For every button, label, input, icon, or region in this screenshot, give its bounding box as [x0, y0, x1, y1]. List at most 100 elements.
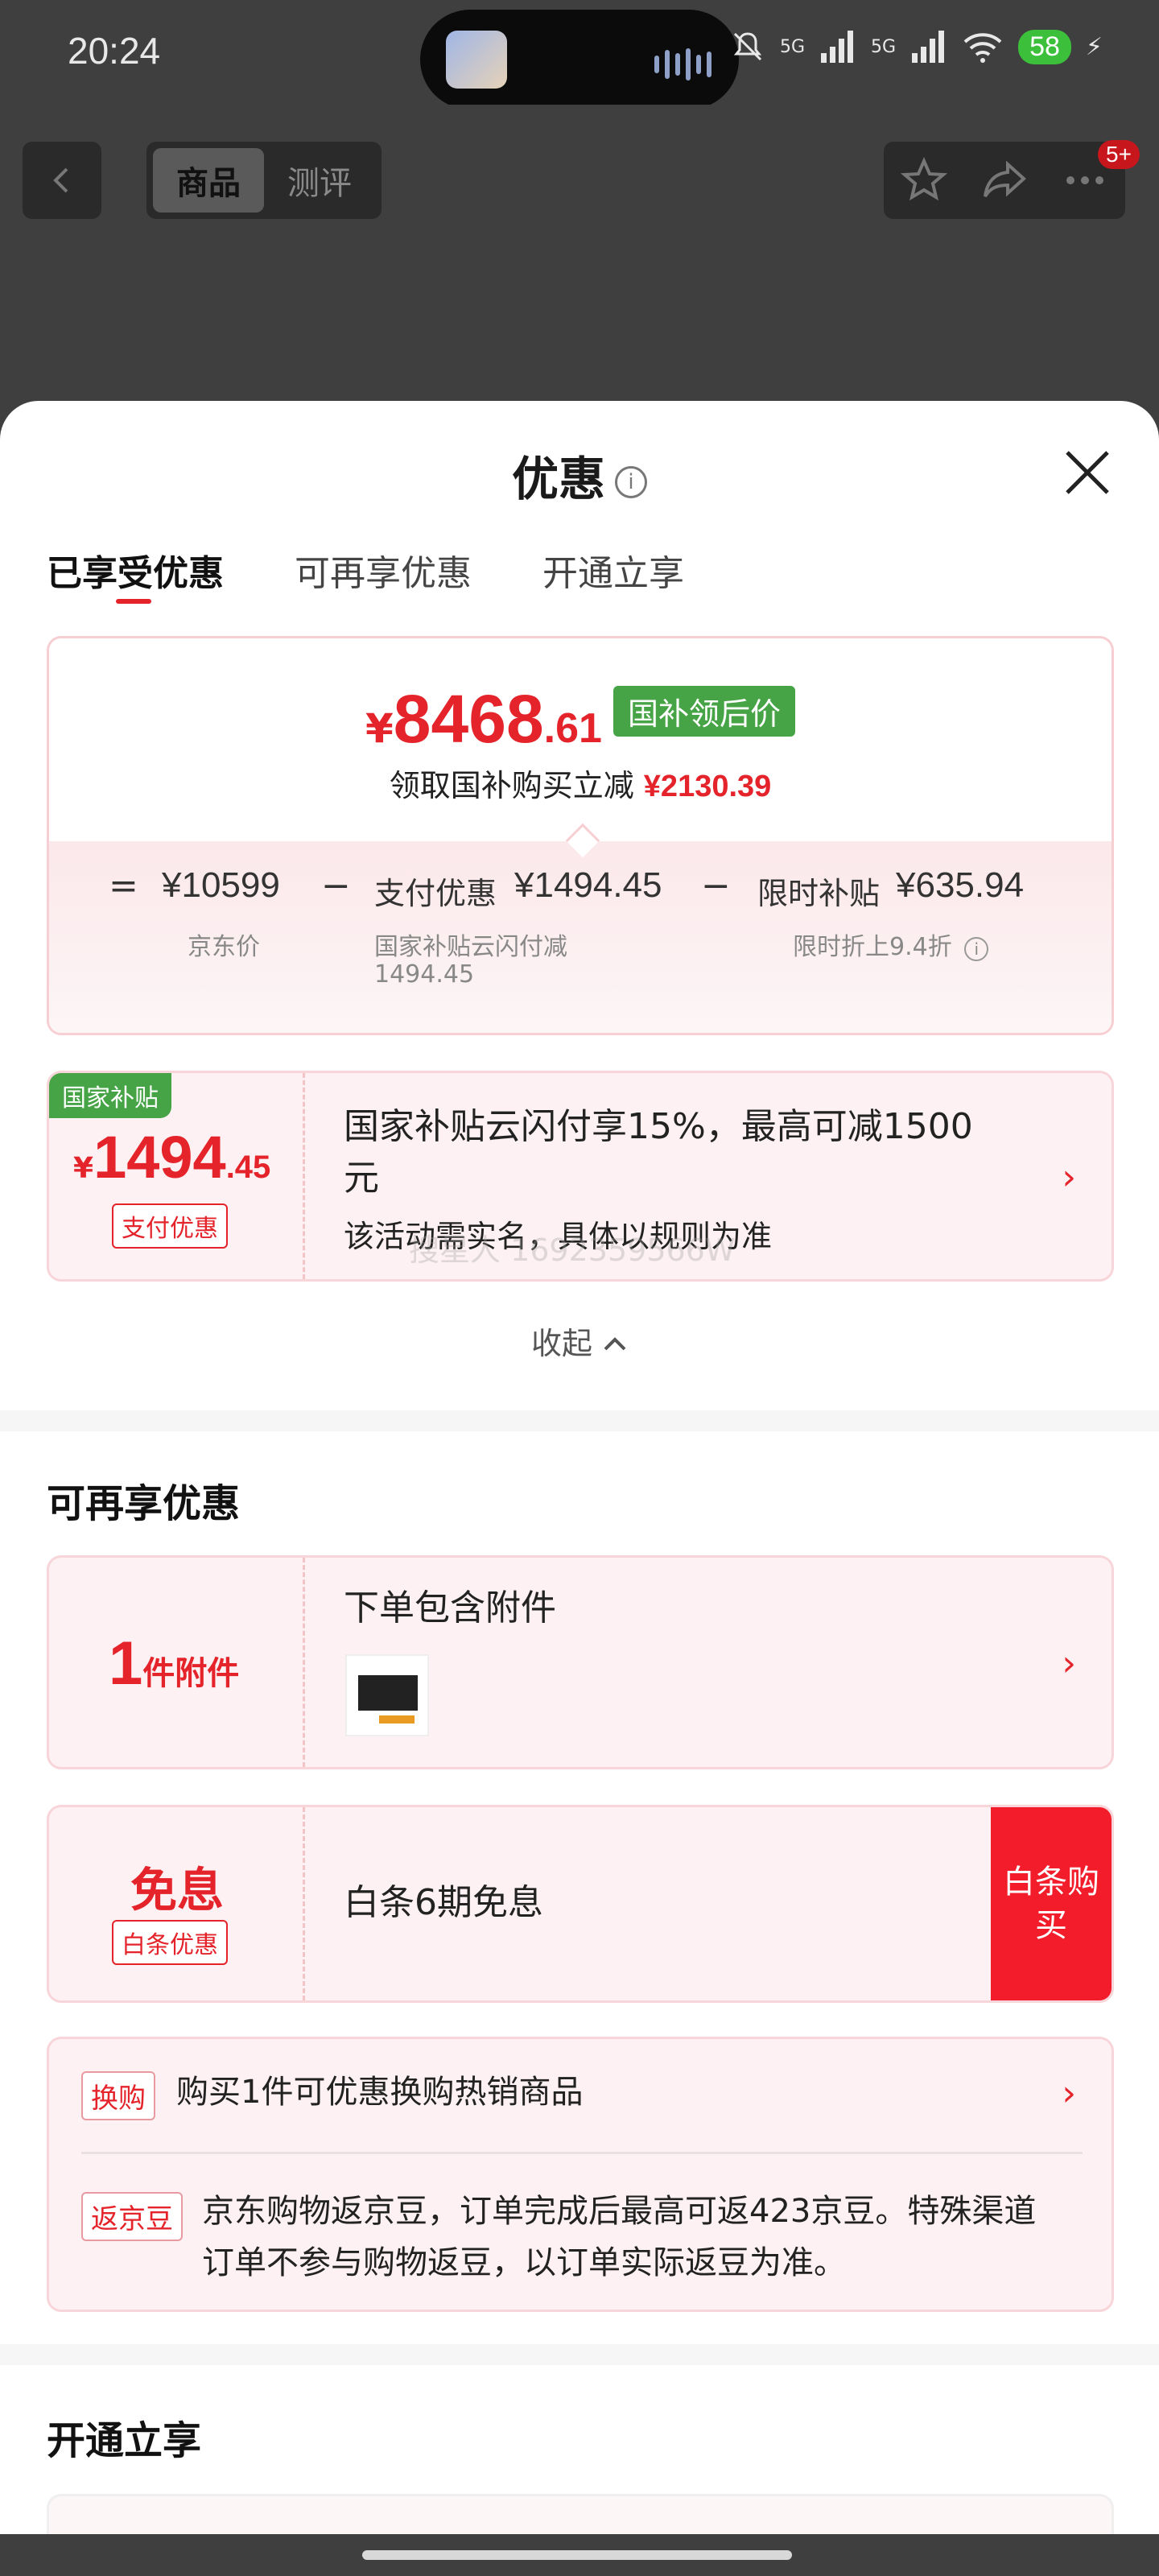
- status-time: 20:24: [68, 30, 161, 72]
- jd-price-label: 京东价: [188, 933, 260, 961]
- accessory-thumbnail[interactable]: [345, 1654, 429, 1736]
- chevron-up-icon: [604, 1337, 626, 1351]
- header-segment: 商品 测评: [146, 142, 382, 219]
- tab-enjoyed[interactable]: 已享受优惠: [47, 544, 224, 604]
- share-icon[interactable]: [980, 156, 1029, 204]
- info-icon[interactable]: i: [615, 466, 647, 498]
- minus-sign-2: −: [701, 865, 731, 906]
- limit-desc: 限时折上9.4折 i: [793, 927, 989, 962]
- close-icon[interactable]: [1062, 448, 1112, 497]
- promo-box: 换购 购买1件可优惠换购热销商品 › 返京豆 京东购物返京豆，订单完成后最高可返…: [47, 2037, 1114, 2312]
- audio-wave-icon: [654, 48, 711, 80]
- equals-sign: =: [109, 865, 138, 906]
- final-price: ¥8468.61 国补领后价: [49, 680, 1112, 758]
- subsidy-tag: 国家补贴: [49, 1073, 171, 1118]
- chevron-right-icon[interactable]: ›: [1062, 2073, 1076, 2114]
- accessory-count-unit: 件附件: [142, 1655, 240, 1692]
- price-integer: 8468: [393, 681, 544, 757]
- signal-icon-2: [912, 31, 945, 63]
- jingdou-tag: 返京豆: [81, 2192, 183, 2241]
- coupon-amount: ¥1494.45: [73, 1123, 270, 1191]
- jingdou-text-line1: 京东购物返京豆，订单完成后最高可返423京豆。特殊渠道: [202, 2193, 1037, 2230]
- wifi-icon: [963, 33, 1002, 63]
- coupon-amount-int: 1494: [93, 1124, 226, 1191]
- price-summary-card: ¥8468.61 国补领后价 领取国补购买立减 ¥2130.39 = ¥10599…: [47, 636, 1114, 1035]
- star-icon[interactable]: [900, 156, 948, 204]
- back-button[interactable]: [23, 142, 101, 219]
- mute-icon: [733, 32, 762, 61]
- info-icon[interactable]: i: [964, 937, 989, 961]
- sheet-title-text: 优惠: [511, 452, 605, 506]
- limit-desc-text: 限时折上9.4折: [793, 933, 952, 961]
- accessory-count: 1件附件: [109, 1629, 239, 1699]
- battery-level: 58: [1018, 29, 1071, 64]
- price-decimal: .61: [543, 705, 602, 752]
- accessory-count-area: 1件附件: [49, 1558, 305, 1767]
- signal-icon: [821, 31, 854, 63]
- price-tag: 国补领后价: [612, 686, 795, 737]
- section-divider: [0, 1410, 1159, 1431]
- message-badge: 5+: [1098, 140, 1140, 169]
- tab-more-discounts[interactable]: 可再享优惠: [295, 544, 472, 596]
- status-icons: 5G 5G 58 ⚡: [730, 29, 1103, 64]
- accessory-title: 下单包含附件: [344, 1587, 556, 1629]
- interest-free-title: 白条6期免息: [344, 1882, 543, 1923]
- coupon-type-tag: 支付优惠: [112, 1203, 228, 1249]
- charging-icon: ⚡: [1085, 32, 1103, 61]
- product-header: 商品 测评 5+: [0, 105, 1159, 402]
- chevron-left-icon: [53, 167, 68, 193]
- pay-discount-value: ¥1494.45: [514, 865, 662, 905]
- jingdou-text-line2: 订单不参与购物返豆，以订单实际返豆为准。: [202, 2244, 846, 2281]
- subtitle-prefix: 领取国补购买立减: [389, 768, 634, 803]
- dynamic-island[interactable]: [420, 10, 739, 109]
- interest-free-label: 免息: [130, 1863, 224, 1918]
- interest-free-card[interactable]: 免息 白条优惠 白条6期免息 白条购买: [47, 1805, 1114, 2003]
- media-thumbnail: [446, 31, 507, 89]
- tab-open-enjoy[interactable]: 开通立享: [542, 544, 684, 596]
- chevron-right-icon: ›: [1062, 1643, 1076, 1684]
- more-discounts-title: 可再享优惠: [47, 1481, 241, 1526]
- tab-product[interactable]: 商品: [153, 148, 264, 213]
- collapse-button[interactable]: 收起: [0, 1319, 1159, 1363]
- pay-desc-line1: 国家补贴云闪付减: [374, 933, 567, 961]
- nav-bar: [0, 2534, 1159, 2576]
- section-divider-2: [0, 2344, 1159, 2365]
- exchange-text[interactable]: 购买1件可优惠换购热销商品: [176, 2066, 583, 2118]
- network-label-2: 5G: [871, 36, 897, 57]
- pay-desc-line2: 1494.45: [374, 960, 475, 989]
- interest-free-area: 免息 白条优惠: [49, 1807, 305, 2000]
- open-enjoy-card[interactable]: [47, 2494, 1114, 2534]
- subtitle-amount: ¥2130.39: [643, 770, 772, 803]
- coupon-amount-dec: .45: [225, 1150, 271, 1185]
- watermark: 搜星人 1692359566W: [409, 1232, 736, 1268]
- discount-sheet: 优惠 i 已享受优惠 可再享优惠 开通立享 ¥8468.61 国补领后价 领取国补购…: [0, 401, 1159, 2534]
- limit-subsidy-value: ¥635.94: [896, 865, 1025, 905]
- accessory-count-number: 1: [109, 1629, 143, 1698]
- price-currency: ¥: [365, 705, 394, 752]
- sheet-tabs: 已享受优惠 可再享优惠 开通立享: [47, 544, 684, 604]
- collapse-label: 收起: [530, 1326, 592, 1361]
- exchange-tag: 换购: [81, 2071, 155, 2120]
- coupon-amount-area: 国家补贴 ¥1494.45 支付优惠: [49, 1073, 305, 1279]
- coupon-title-line2: 元: [344, 1158, 379, 1199]
- price-breakdown: = ¥10599 − 支付优惠 ¥1494.45 − 限时补贴 ¥635.94 …: [49, 841, 1112, 1033]
- network-label-1: 5G: [780, 36, 806, 57]
- open-enjoy-title: 开通立享: [47, 2418, 202, 2463]
- sheet-title: 优惠 i: [0, 441, 1159, 509]
- home-indicator[interactable]: [362, 2550, 792, 2560]
- status-bar: 20:24 5G 5G 58 ⚡: [0, 0, 1159, 109]
- baitiao-buy-button[interactable]: 白条购买: [991, 1807, 1112, 2000]
- pay-discount-label: 支付优惠: [374, 876, 497, 911]
- coupon-currency: ¥: [73, 1152, 94, 1185]
- chevron-right-icon: ›: [1062, 1157, 1076, 1198]
- price-subtitle: 领取国补购买立减 ¥2130.39: [49, 761, 1112, 805]
- tab-review[interactable]: 测评: [264, 148, 375, 213]
- header-actions: [884, 142, 1125, 219]
- minus-sign-1: −: [321, 865, 351, 906]
- limit-subsidy-label: 限时补贴: [757, 876, 881, 911]
- jd-price-value: ¥10599: [162, 865, 280, 905]
- accessory-card[interactable]: 1件附件 下单包含附件 ›: [47, 1555, 1114, 1769]
- coupon-title-line1: 国家补贴云闪付享15%，最高可减1500: [344, 1106, 973, 1147]
- baitiao-tag: 白条优惠: [112, 1920, 228, 1965]
- promo-divider: [81, 2152, 1083, 2154]
